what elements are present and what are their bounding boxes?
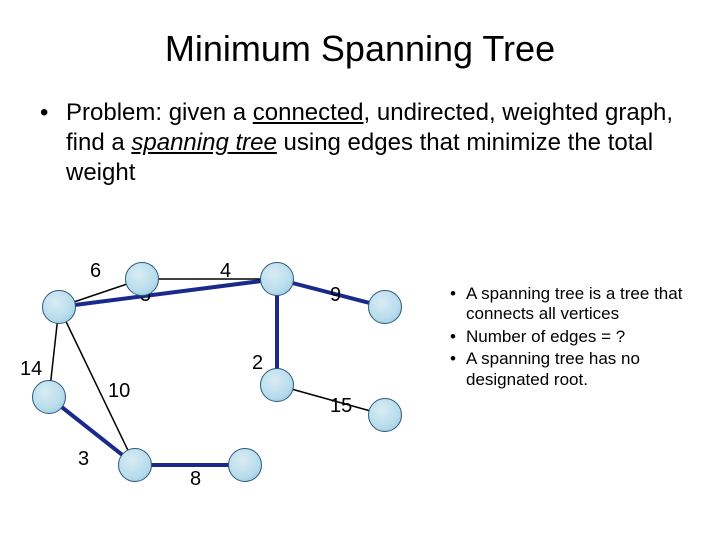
list-item: •A spanning tree has no designated root. xyxy=(450,349,700,390)
graph-node xyxy=(260,262,294,296)
list-item: •Number of edges = ? xyxy=(450,327,700,347)
edge-weight: 10 xyxy=(108,380,130,403)
graph-diagram: 6459141038215 xyxy=(20,260,440,520)
problem-statement: • Problem: given a connected, undirected… xyxy=(0,70,720,188)
notes-list: •A spanning tree is a tree that connects… xyxy=(450,284,700,392)
graph-node xyxy=(228,448,262,482)
edge-weight: 4 xyxy=(220,260,231,283)
edge-weight: 14 xyxy=(20,358,42,381)
edge-weight: 6 xyxy=(90,260,101,283)
graph-node xyxy=(368,398,402,432)
graph-node xyxy=(368,290,402,324)
edge-weight: 3 xyxy=(78,448,89,471)
graph-node xyxy=(260,368,294,402)
graph-edge xyxy=(59,279,277,307)
graph-node xyxy=(32,380,66,414)
graph-node xyxy=(118,448,152,482)
edge-weight: 15 xyxy=(330,395,352,418)
graph-node xyxy=(42,290,76,324)
edge-weight: 8 xyxy=(190,468,201,491)
list-item: •A spanning tree is a tree that connects… xyxy=(450,284,700,325)
problem-text: Problem: given a connected, undirected, … xyxy=(66,98,680,188)
bullet-dot: • xyxy=(40,98,66,188)
edge-weight: 9 xyxy=(330,284,341,307)
slide-title: Minimum Spanning Tree xyxy=(0,0,720,70)
edge-weight: 2 xyxy=(252,352,263,375)
graph-node xyxy=(125,262,159,296)
